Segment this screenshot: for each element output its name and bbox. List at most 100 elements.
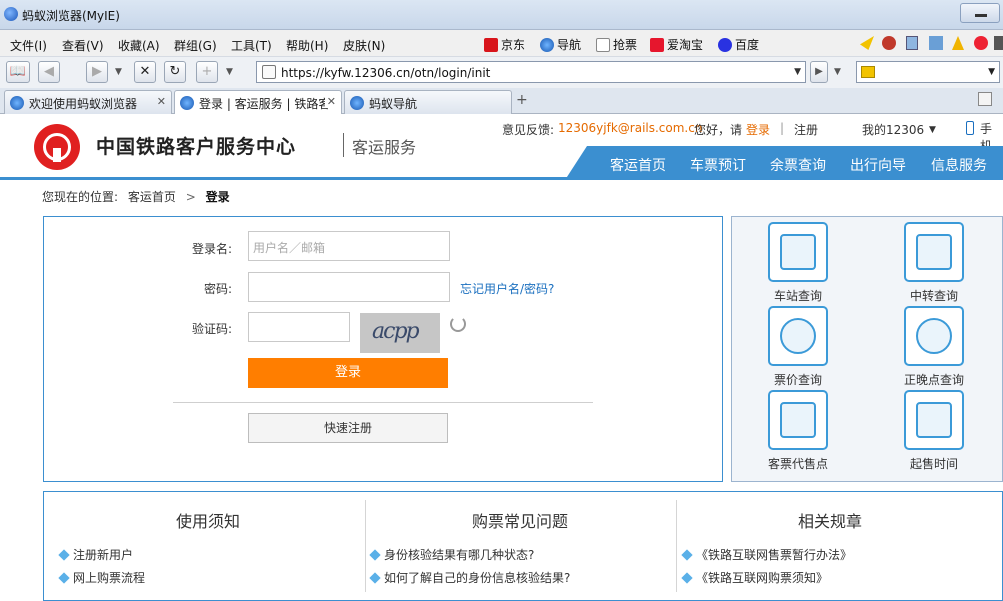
search-engine-icon[interactable] bbox=[861, 66, 875, 78]
tool-station-query[interactable] bbox=[768, 222, 828, 282]
list-item[interactable]: 身份核验结果有哪几种状态? bbox=[369, 546, 534, 563]
tab-ant-nav[interactable]: 蚂蚁导航 bbox=[344, 90, 512, 114]
breadcrumb-home-link[interactable]: 客运首页 bbox=[128, 190, 176, 204]
address-url: https://kyfw.12306.cn/otn/login/init bbox=[281, 66, 491, 80]
menu-groups[interactable]: 群组(G) bbox=[174, 37, 217, 54]
plugin-arrow-icon[interactable] bbox=[860, 36, 874, 50]
new-tab-plus-button[interactable]: + bbox=[196, 61, 218, 83]
plugin-note-icon[interactable] bbox=[906, 36, 918, 50]
tool-fare-query[interactable] bbox=[768, 306, 828, 366]
list-item[interactable]: 网上购票流程 bbox=[58, 569, 145, 586]
refresh-icon[interactable] bbox=[450, 316, 466, 332]
window-titlebar: 蚂蚁浏览器(MyIE) bbox=[0, 0, 1003, 30]
breadcrumb-current: 登录 bbox=[205, 190, 230, 204]
address-bar[interactable]: https://kyfw.12306.cn/otn/login/init ▼ bbox=[256, 61, 806, 83]
captcha-input[interactable] bbox=[248, 312, 350, 342]
tool-sale-time[interactable] bbox=[904, 390, 964, 450]
menu-tools[interactable]: 工具(T) bbox=[231, 37, 272, 54]
bullet-icon bbox=[58, 548, 70, 561]
list-item[interactable]: 《铁路互联网售票暂行办法》 bbox=[681, 546, 852, 563]
captcha-image[interactable]: acpp bbox=[360, 313, 440, 353]
plus-dropdown-icon[interactable]: ▼ bbox=[226, 67, 233, 77]
column-divider bbox=[365, 500, 366, 592]
navigation-toolbar: 📖 ◀ ▶ ▼ ✕ ↻ + ▼ https://kyfw.12306.cn/ot… bbox=[0, 56, 1003, 88]
close-icon[interactable]: ✕ bbox=[324, 95, 336, 108]
minimize-button[interactable] bbox=[960, 3, 1000, 23]
tab-login[interactable]: 登录 | 客运服务 | 铁路客 ✕ bbox=[174, 90, 342, 114]
window-title: 蚂蚁浏览器(MyIE) bbox=[22, 9, 120, 23]
quicklink-nav[interactable]: 导航 bbox=[540, 36, 581, 53]
phone-icon[interactable] bbox=[966, 121, 974, 135]
new-tab-button[interactable]: + bbox=[516, 92, 528, 108]
nav-info-service[interactable]: 信息服务 bbox=[931, 155, 987, 175]
menu-favorites[interactable]: 收藏(A) bbox=[118, 37, 160, 54]
forward-dropdown-icon[interactable]: ▼ bbox=[115, 67, 122, 77]
page-icon bbox=[596, 37, 610, 52]
menu-view[interactable]: 查看(V) bbox=[62, 37, 104, 54]
header-register-link[interactable]: 注册 bbox=[794, 121, 818, 138]
list-item[interactable]: 如何了解自己的身份信息核验结果? bbox=[369, 569, 570, 586]
username-label: 登录名: bbox=[191, 242, 232, 256]
reader-icon[interactable]: 📖 bbox=[6, 61, 30, 83]
forgot-password-link[interactable]: 忘记用户名/密码? bbox=[460, 280, 554, 297]
captcha-label: 验证码: bbox=[191, 322, 232, 336]
weibo-icon[interactable] bbox=[974, 36, 988, 50]
search-input[interactable]: ▼ bbox=[856, 61, 1000, 83]
go-button[interactable]: ▶ bbox=[810, 61, 828, 83]
feedback-label: 意见反馈: bbox=[502, 123, 555, 137]
stop-button[interactable]: ✕ bbox=[134, 61, 156, 83]
header-login-link[interactable]: 登录 bbox=[746, 121, 770, 138]
quicklink-baidu[interactable]: 百度 bbox=[718, 36, 759, 53]
notice-title-faq: 购票常见问题 bbox=[471, 512, 568, 531]
tool-punctuality-query[interactable] bbox=[904, 306, 964, 366]
quicklink-tickets[interactable]: 抢票 bbox=[596, 36, 637, 53]
nav-home[interactable]: 客运首页 bbox=[610, 155, 666, 175]
tab-welcome[interactable]: 欢迎使用蚂蚁浏览器 ✕ bbox=[4, 90, 172, 114]
bullet-icon bbox=[58, 571, 70, 584]
stopwatch-icon bbox=[916, 318, 952, 354]
close-icon[interactable]: ✕ bbox=[157, 95, 166, 108]
station-icon bbox=[780, 234, 816, 270]
plugin-broom-icon[interactable] bbox=[952, 36, 964, 50]
menu-help[interactable]: 帮助(H) bbox=[286, 37, 328, 54]
jd-icon bbox=[484, 37, 498, 52]
globe-icon bbox=[540, 37, 554, 52]
feedback-email-link[interactable]: 12306yjfk@rails.com.cn bbox=[558, 121, 702, 135]
address-dropdown-icon[interactable]: ▼ bbox=[794, 67, 801, 77]
railway-logo-icon[interactable] bbox=[34, 124, 80, 170]
list-item[interactable]: 《铁路互联网购票须知》 bbox=[681, 569, 828, 586]
login-button[interactable]: 登录 bbox=[248, 358, 448, 388]
list-item[interactable]: 注册新用户 bbox=[58, 546, 133, 563]
nav-travel-guide[interactable]: 出行向导 bbox=[850, 155, 906, 175]
plugin-red-icon[interactable] bbox=[882, 36, 896, 50]
sale-time-icon bbox=[916, 402, 952, 438]
tab-menu-icon[interactable] bbox=[978, 92, 992, 106]
title-divider bbox=[343, 133, 344, 157]
menu-bar: 文件(I) 查看(V) 收藏(A) 群组(G) 工具(T) 帮助(H) 皮肤(N… bbox=[0, 30, 1003, 56]
search-dropdown-icon[interactable]: ▼ bbox=[988, 67, 995, 77]
chevron-down-icon[interactable]: ▼ bbox=[929, 125, 936, 135]
tool-ticket-agency[interactable] bbox=[768, 390, 828, 450]
go-dropdown-icon[interactable]: ▼ bbox=[834, 67, 841, 77]
password-input[interactable] bbox=[248, 272, 450, 302]
browser-logo-icon bbox=[4, 7, 18, 21]
forward-button[interactable]: ▶ bbox=[86, 61, 108, 83]
tool-transfer-query[interactable] bbox=[904, 222, 964, 282]
menu-skin[interactable]: 皮肤(N) bbox=[343, 37, 385, 54]
username-input[interactable]: 用户名／邮箱 bbox=[248, 231, 450, 261]
plugin-screen-icon[interactable] bbox=[929, 36, 943, 50]
quicklink-taobao[interactable]: 爱淘宝 bbox=[650, 36, 703, 53]
quicklink-jd[interactable]: 京东 bbox=[484, 36, 525, 53]
nav-remaining-tickets[interactable]: 余票查询 bbox=[770, 155, 826, 175]
plugin-more-icon[interactable] bbox=[994, 36, 1003, 50]
back-button[interactable]: ◀ bbox=[38, 61, 60, 83]
refresh-button[interactable]: ↻ bbox=[164, 61, 186, 83]
greeting-text: 您好，请 bbox=[694, 123, 743, 137]
my12306-menu[interactable]: 我的12306 bbox=[862, 121, 924, 138]
menu-file[interactable]: 文件(I) bbox=[10, 37, 47, 54]
quick-register-button[interactable]: 快速注册 bbox=[248, 413, 448, 443]
header-separator: | bbox=[780, 121, 785, 135]
breadcrumb: 您现在的位置: 客运首页 > 登录 bbox=[42, 190, 230, 204]
tool-label: 客票代售点 bbox=[767, 457, 828, 471]
nav-booking[interactable]: 车票预订 bbox=[690, 155, 746, 175]
